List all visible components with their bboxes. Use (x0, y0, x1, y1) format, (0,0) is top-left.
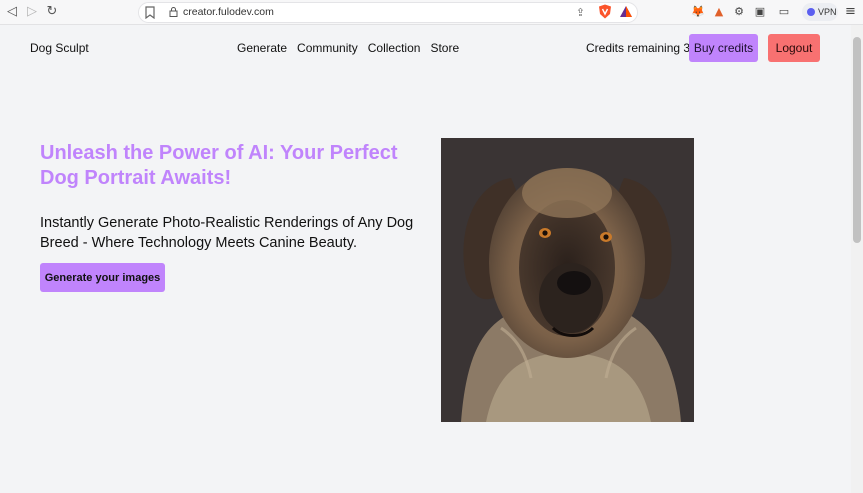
bookmark-icon[interactable] (145, 6, 155, 19)
hero-title: Unleash the Power of AI: Your Perfect Do… (40, 142, 398, 189)
generate-images-button[interactable]: Generate your images (40, 263, 165, 292)
vpn-label: VPN (818, 7, 837, 17)
logout-button[interactable]: Logout (768, 34, 820, 62)
main-nav: Generate Community Collection Store (237, 41, 459, 55)
scrollbar-thumb[interactable] (853, 37, 861, 243)
brave-shield-icon[interactable] (598, 4, 612, 19)
credits-remaining: Credits remaining 30 (586, 41, 697, 55)
forward-icon[interactable]: ▷ (24, 4, 40, 20)
reload-icon[interactable]: ↻ (44, 4, 60, 20)
metamask-icon[interactable]: 🦊 (690, 4, 706, 20)
nav-store[interactable]: Store (430, 41, 459, 55)
vpn-button[interactable]: VPN (802, 3, 838, 21)
lock-icon (169, 7, 178, 17)
scrollbar[interactable] (851, 25, 863, 493)
share-icon[interactable]: ⇪ (576, 6, 585, 19)
menu-icon[interactable]: ≡ (845, 4, 856, 19)
buy-credits-button[interactable]: Buy credits (689, 34, 758, 62)
site-brand[interactable]: Dog Sculpt (30, 41, 89, 55)
back-icon[interactable]: ◁ (4, 4, 20, 20)
nav-community[interactable]: Community (297, 41, 358, 55)
url-text[interactable]: creator.fulodev.com (183, 6, 274, 18)
vpn-icon (807, 8, 815, 16)
hero-subtitle: Instantly Generate Photo-Realistic Rende… (40, 215, 414, 251)
nav-collection[interactable]: Collection (368, 41, 421, 55)
browser-toolbar: ◁ ▷ ↻ creator.fulodev.com ⇪ 🦊 ▲ ⚙ ▣ ▭ VP… (0, 0, 863, 25)
bat-rewards-icon[interactable] (619, 5, 633, 18)
extension-icon[interactable]: ▲ (711, 4, 727, 20)
wallet-icon[interactable]: ▭ (776, 4, 792, 20)
address-bar[interactable]: creator.fulodev.com ⇪ (138, 2, 638, 23)
sidebar-icon[interactable]: ▣ (752, 4, 768, 20)
puzzle-icon[interactable]: ⚙ (731, 4, 747, 20)
dog-portrait-image (441, 138, 694, 422)
nav-generate[interactable]: Generate (237, 41, 287, 55)
